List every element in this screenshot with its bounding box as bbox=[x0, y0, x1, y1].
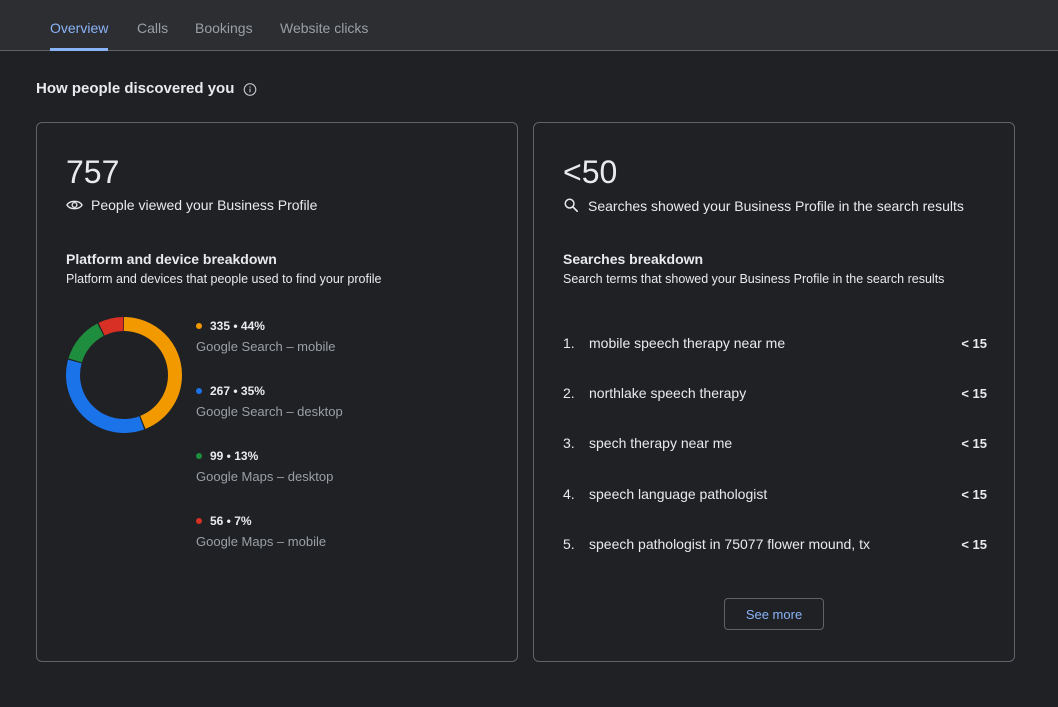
legend-value: 335 • 44% bbox=[210, 319, 265, 333]
legend-item-search-mobile: 335 • 44% Google Search – mobile bbox=[196, 319, 335, 354]
searches-card: <50 Searches showed your Business Profil… bbox=[533, 122, 1015, 662]
item-count: < 15 bbox=[961, 335, 987, 351]
legend-dot bbox=[196, 323, 202, 329]
searches-breakdown-description: Search terms that showed your Business P… bbox=[563, 272, 945, 286]
legend-dot bbox=[196, 388, 202, 394]
legend-item-search-desktop: 267 • 35% Google Search – desktop bbox=[196, 384, 343, 419]
tab-calls[interactable]: Calls bbox=[137, 20, 168, 51]
list-item: 3. spech therapy near me < 15 bbox=[563, 433, 987, 453]
item-count: < 15 bbox=[961, 486, 987, 502]
item-term: spech therapy near me bbox=[589, 435, 733, 451]
info-icon[interactable] bbox=[243, 82, 257, 96]
list-item: 4. speech language pathologist < 15 bbox=[563, 484, 987, 504]
platform-donut-chart bbox=[66, 317, 182, 433]
list-item: 5. speech pathologist in 75077 flower mo… bbox=[563, 534, 987, 554]
item-count: < 15 bbox=[961, 385, 987, 401]
views-metric: People viewed your Business Profile bbox=[66, 197, 317, 213]
legend-value: 56 • 7% bbox=[210, 514, 252, 528]
eye-icon bbox=[66, 200, 83, 210]
views-total: 757 bbox=[66, 154, 120, 190]
item-index: 5. bbox=[563, 536, 575, 552]
search-icon bbox=[564, 198, 579, 213]
breakdown-description: Platform and devices that people used to… bbox=[66, 272, 382, 286]
item-count: < 15 bbox=[961, 435, 987, 451]
item-index: 2. bbox=[563, 385, 575, 401]
searches-metric-label: Searches showed your Business Profile in… bbox=[588, 197, 964, 214]
section-title-row: How people discovered you bbox=[36, 80, 257, 97]
item-index: 4. bbox=[563, 486, 575, 502]
tab-bar: Overview Calls Bookings Website clicks bbox=[0, 0, 1058, 51]
searches-total: <50 bbox=[563, 154, 618, 190]
legend-item-maps-desktop: 99 • 13% Google Maps – desktop bbox=[196, 449, 333, 484]
item-term: mobile speech therapy near me bbox=[589, 335, 786, 351]
list-item: 2. northlake speech therapy < 15 bbox=[563, 383, 987, 403]
tab-bookings[interactable]: Bookings bbox=[195, 20, 253, 51]
legend-label: Google Search – mobile bbox=[196, 339, 336, 354]
tab-overview[interactable]: Overview bbox=[50, 20, 109, 51]
item-index: 3. bbox=[563, 435, 575, 451]
tab-website-clicks[interactable]: Website clicks bbox=[280, 20, 368, 51]
section-title: How people discovered you bbox=[36, 80, 235, 97]
legend-label: Google Maps – mobile bbox=[196, 534, 327, 549]
item-index: 1. bbox=[563, 335, 575, 351]
searches-breakdown-title: Searches breakdown bbox=[563, 251, 704, 267]
legend-dot bbox=[196, 518, 202, 524]
views-metric-label: People viewed your Business Profile bbox=[91, 197, 318, 213]
item-term: speech language pathologist bbox=[589, 486, 768, 502]
legend-dot bbox=[196, 453, 202, 459]
item-term: speech pathologist in 75077 flower mound… bbox=[589, 536, 870, 552]
legend-value: 267 • 35% bbox=[210, 384, 265, 398]
see-more-button[interactable]: See more bbox=[724, 598, 824, 630]
legend-label: Google Search – desktop bbox=[196, 404, 343, 419]
list-item: 1. mobile speech therapy near me < 15 bbox=[563, 333, 987, 353]
searches-metric: Searches showed your Business Profile in… bbox=[563, 197, 964, 214]
breakdown-title: Platform and device breakdown bbox=[66, 251, 277, 267]
legend-label: Google Maps – desktop bbox=[196, 469, 334, 484]
legend-item-maps-mobile: 56 • 7% Google Maps – mobile bbox=[196, 514, 326, 549]
legend-value: 99 • 13% bbox=[210, 449, 259, 463]
profile-views-card: 757 People viewed your Business Profile … bbox=[36, 122, 518, 662]
item-count: < 15 bbox=[961, 536, 987, 552]
item-term: northlake speech therapy bbox=[589, 385, 747, 401]
